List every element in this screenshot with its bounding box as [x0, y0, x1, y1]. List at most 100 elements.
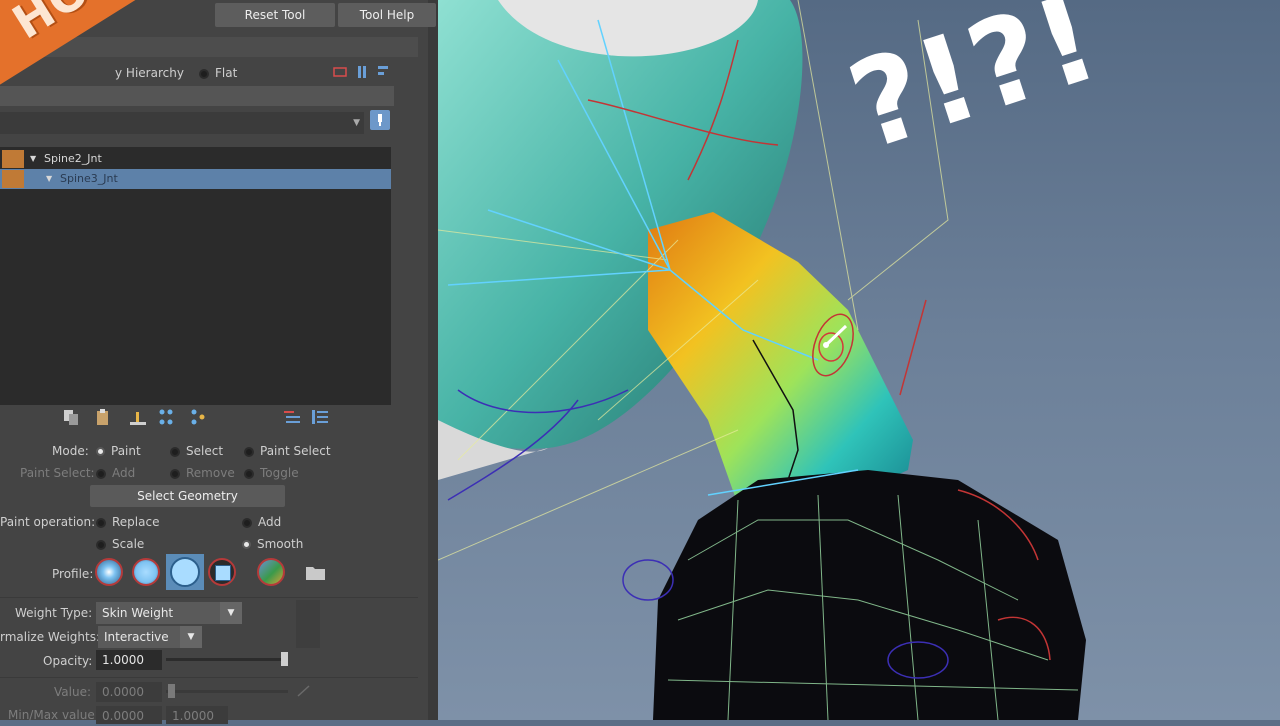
expand-arrow-icon[interactable]: ▼ — [46, 169, 52, 189]
op-scale-label: Scale — [112, 537, 145, 551]
influence-tree[interactable]: ▼ Spine2_Jnt ▼ Spine3_Jnt — [0, 147, 391, 405]
mode-label: Mode: — [52, 444, 89, 458]
paint-select-remove-radio[interactable] — [170, 468, 180, 479]
op-smooth-option[interactable]: Smooth — [242, 537, 303, 551]
paint-select-remove-option[interactable]: Remove — [170, 466, 235, 480]
divider — [0, 597, 418, 598]
tree-row-spine2[interactable]: ▼ Spine2_Jnt — [0, 149, 391, 169]
mode-paint-select-option[interactable]: Paint Select — [244, 444, 331, 458]
flat-option[interactable]: Flat — [199, 66, 237, 80]
tool-help-button[interactable]: Tool Help — [338, 3, 436, 27]
joint-color-swatch — [2, 170, 24, 188]
paint-select-remove-label: Remove — [186, 466, 235, 480]
profile-solid-icon — [170, 557, 200, 587]
paste-weights-icon — [97, 409, 108, 425]
question-overlay: ?!?! — [834, 0, 1113, 178]
copy-weights-icon — [64, 410, 78, 425]
value-slider-knob[interactable] — [168, 684, 175, 698]
3d-viewport[interactable]: ?!?! — [438, 0, 1280, 720]
normalize-weights-value: Interactive — [104, 630, 169, 644]
mirror-weights-icon — [159, 409, 173, 425]
op-smooth-radio[interactable] — [242, 540, 251, 549]
op-scale-option[interactable]: Scale — [96, 537, 144, 551]
max-value-field[interactable]: 1.0000 — [166, 706, 228, 724]
paint-operation-label: Paint operation: — [0, 515, 96, 529]
op-add-radio[interactable] — [242, 517, 252, 528]
op-replace-label: Replace — [112, 515, 160, 529]
joint-color-swatch — [2, 150, 24, 168]
mode-paint-radio[interactable] — [96, 447, 105, 456]
by-hierarchy-label: y Hierarchy — [115, 66, 184, 80]
weight-type-value: Skin Weight — [102, 606, 174, 620]
pin-icon[interactable] — [370, 110, 390, 130]
reset-tool-button[interactable]: Reset Tool — [215, 3, 335, 27]
chevron-down-icon: ▼ — [353, 118, 360, 128]
profile-solid-selected[interactable] — [166, 554, 204, 590]
paint-select-toggle-label: Toggle — [260, 466, 299, 480]
opacity-slider-knob[interactable] — [281, 652, 288, 666]
paint-select-add-label: Add — [112, 466, 136, 480]
list-detail-icon — [312, 410, 328, 424]
paint-select-label: Paint Select: — [20, 466, 95, 480]
sort-icon-2 — [358, 66, 361, 78]
torso-mesh — [653, 470, 1086, 720]
value-label: Value: — [54, 685, 91, 699]
opacity-slider-track[interactable] — [166, 658, 288, 661]
panel-scrollbar[interactable] — [428, 0, 438, 720]
weight-type-label: Weight Type: — [15, 606, 93, 620]
op-smooth-label: Smooth — [257, 537, 304, 551]
filter-dropdown[interactable]: ▼ — [0, 112, 364, 134]
tree-row-spine3[interactable]: ▼ Spine3_Jnt — [0, 169, 391, 189]
profile-gaussian-icon[interactable] — [95, 558, 123, 586]
mode-paint-select-label: Paint Select — [260, 444, 331, 458]
joint-name: Spine3_Jnt — [60, 172, 118, 185]
weight-type-slider-slot — [296, 600, 320, 648]
flat-label: Flat — [215, 66, 238, 80]
eyedropper-icon[interactable] — [296, 684, 312, 698]
select-geometry-button[interactable]: Select Geometry — [90, 485, 285, 507]
tool-settings-panel: Reset Tool Tool Help y Hierarchy Flat ▼ … — [0, 0, 438, 724]
joint-name: Spine2_Jnt — [44, 152, 102, 165]
folder-icon[interactable] — [305, 564, 327, 582]
weight-tools-row — [64, 409, 328, 425]
profile-label: Profile: — [52, 567, 94, 581]
weight-hammer-icon — [130, 412, 146, 425]
op-scale-radio[interactable] — [96, 539, 106, 550]
viewport-scene: ?!?! — [438, 0, 1113, 720]
profile-square-icon[interactable] — [208, 558, 236, 586]
profile-image-icon[interactable] — [257, 558, 285, 586]
opacity-label: Opacity: — [43, 654, 93, 668]
chevron-down-icon: ▼ — [180, 626, 202, 648]
search-input[interactable] — [0, 86, 394, 106]
sort-icon-3 — [378, 66, 388, 69]
divider — [0, 677, 418, 678]
mode-paint-option[interactable]: Paint — [96, 444, 141, 458]
paint-select-toggle-option[interactable]: Toggle — [244, 466, 299, 480]
flat-radio[interactable] — [199, 68, 209, 79]
op-add-option[interactable]: Add — [242, 515, 281, 529]
value-slider-track[interactable] — [166, 690, 288, 693]
sort-icons[interactable] — [332, 64, 392, 80]
sort-icon-1 — [333, 67, 347, 77]
opacity-field[interactable]: 1.0000 — [96, 650, 162, 670]
mode-select-option[interactable]: Select — [170, 444, 223, 458]
mode-select-radio[interactable] — [170, 446, 180, 457]
list-icon — [284, 411, 300, 423]
min-value-field[interactable]: 0.0000 — [96, 706, 162, 724]
mode-paint-select-radio[interactable] — [244, 446, 254, 457]
op-add-label: Add — [258, 515, 282, 529]
paint-select-add-radio[interactable] — [96, 468, 106, 479]
profile-soft-icon[interactable] — [132, 558, 160, 586]
chevron-down-icon: ▼ — [220, 602, 242, 624]
paint-select-add-option[interactable]: Add — [96, 466, 135, 480]
mode-paint-label: Paint — [111, 444, 141, 458]
op-replace-option[interactable]: Replace — [96, 515, 159, 529]
value-field[interactable]: 0.0000 — [96, 682, 162, 702]
weight-type-dropdown[interactable]: Skin Weight ▼ — [96, 602, 242, 624]
normalize-weights-label: rmalize Weights: — [0, 630, 101, 644]
paint-select-toggle-radio[interactable] — [244, 468, 254, 479]
expand-arrow-icon[interactable]: ▼ — [30, 149, 36, 169]
prune-weights-icon — [191, 409, 205, 425]
op-replace-radio[interactable] — [96, 517, 106, 528]
normalize-weights-dropdown[interactable]: Interactive ▼ — [98, 626, 202, 648]
